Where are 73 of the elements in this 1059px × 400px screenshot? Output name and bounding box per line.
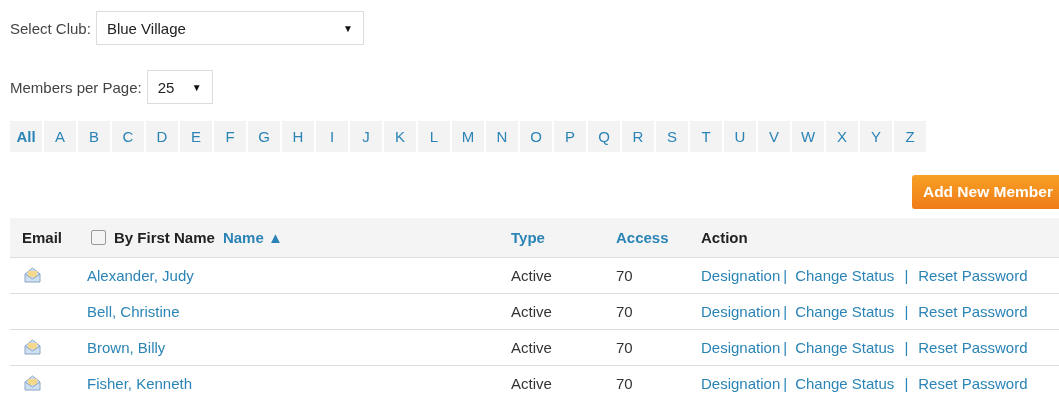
name-sort-link[interactable]: Name ▲: [222, 229, 283, 246]
letter-filter[interactable]: A: [44, 121, 76, 152]
checkbox[interactable]: [91, 230, 106, 245]
add-member-button[interactable]: Add New Member: [911, 175, 1059, 209]
separator: |: [904, 339, 909, 356]
letter-filter[interactable]: G: [248, 121, 280, 152]
letter-filter[interactable]: C: [112, 121, 144, 152]
separator: |: [783, 339, 788, 356]
separator: |: [783, 375, 788, 392]
table-cell: Active: [511, 267, 552, 284]
column-header: Action: [701, 229, 748, 246]
table-cell: 70: [616, 375, 633, 392]
action-link[interactable]: Designation: [701, 339, 781, 356]
table-cell: 70: [616, 267, 633, 284]
separator: |: [904, 303, 909, 320]
letter-filter[interactable]: N: [486, 121, 518, 152]
separator: |: [783, 303, 788, 320]
action-link[interactable]: Designation: [701, 375, 781, 392]
per-page-label: Members per Page:: [10, 78, 142, 96]
table-cell: 70: [616, 339, 633, 356]
letter-filter[interactable]: V: [758, 121, 790, 152]
letter-filter[interactable]: F: [214, 121, 246, 152]
separator: |: [904, 267, 909, 284]
letter-filter[interactable]: Z: [894, 121, 926, 152]
letter-filter[interactable]: Q: [588, 121, 620, 152]
letter-filter[interactable]: E: [180, 121, 212, 152]
action-link[interactable]: Change Status: [795, 303, 895, 320]
letter-filter[interactable]: J: [350, 121, 382, 152]
action-link[interactable]: Reset Password: [918, 267, 1028, 284]
separator: |: [783, 267, 788, 284]
club-label: Select Club:: [10, 19, 91, 37]
table-cell: Active: [511, 339, 552, 356]
letter-filter[interactable]: S: [656, 121, 688, 152]
letter-filter[interactable]: Y: [860, 121, 892, 152]
letter-filter[interactable]: M: [452, 121, 484, 152]
action-link[interactable]: Reset Password: [918, 375, 1028, 392]
table-cell: Active: [511, 375, 552, 392]
column-header: Email: [22, 229, 63, 246]
action-link[interactable]: Change Status: [795, 375, 895, 392]
table-cell: 70: [616, 303, 633, 320]
column-header[interactable]: Type: [511, 229, 545, 246]
letter-filter[interactable]: L: [418, 121, 450, 152]
separator: |: [904, 375, 909, 392]
action-link[interactable]: Designation: [701, 303, 781, 320]
letter-filter[interactable]: R: [622, 121, 654, 152]
letter-filter[interactable]: X: [826, 121, 858, 152]
letter-filter[interactable]: H: [282, 121, 314, 152]
member-name-link[interactable]: Brown, Billy: [87, 339, 166, 356]
letter-filter[interactable]: T: [690, 121, 722, 152]
action-link[interactable]: Reset Password: [918, 339, 1028, 356]
table-cell: Active: [511, 303, 552, 320]
action-link[interactable]: Reset Password: [918, 303, 1028, 320]
letter-filter[interactable]: K: [384, 121, 416, 152]
action-link[interactable]: Change Status: [795, 339, 895, 356]
letter-filter[interactable]: O: [520, 121, 552, 152]
per-page-select[interactable]: 25 ▼: [146, 70, 213, 104]
action-link[interactable]: Change Status: [795, 267, 895, 284]
letter-filter[interactable]: P: [554, 121, 586, 152]
action-link[interactable]: Designation: [701, 267, 781, 284]
letter-filter[interactable]: B: [78, 121, 110, 152]
club-select[interactable]: Blue Village ▼: [95, 11, 364, 45]
caret-icon: ▼: [191, 81, 202, 93]
member-name-link[interactable]: Alexander, Judy: [87, 267, 194, 284]
member-name-link[interactable]: Bell, Christine: [87, 303, 180, 320]
letter-filter[interactable]: U: [724, 121, 756, 152]
member-name-link[interactable]: Fisher, Kenneth: [87, 375, 193, 392]
column-header[interactable]: Access: [616, 229, 669, 246]
letter-filter[interactable]: All: [10, 121, 42, 152]
letter-filter[interactable]: D: [146, 121, 178, 152]
caret-icon: ▼: [342, 22, 353, 34]
checkbox-label: By First Name: [114, 229, 215, 246]
letter-filter[interactable]: W: [792, 121, 824, 152]
letter-filter[interactable]: I: [316, 121, 348, 152]
